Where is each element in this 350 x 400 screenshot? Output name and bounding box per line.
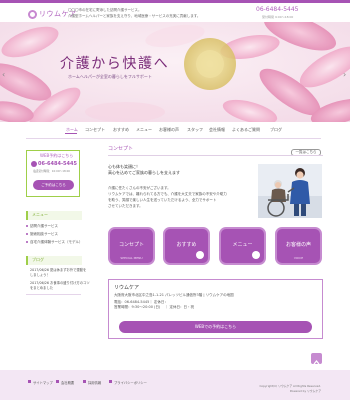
tile-recommend-label: おすすめ [176,242,197,248]
sidebar-menu-heading-label: メニュー [32,212,48,217]
concept-divider [108,155,323,156]
clinic-reserve-button[interactable]: WEBでの予約はこちら [119,321,312,333]
sidebar-divider [26,294,81,295]
clinic-tel-label: 電話： [114,300,125,304]
sidebar-blog-heading: ブログ [26,256,82,265]
hero-prev-arrow-icon[interactable]: ‹ [2,70,5,79]
sidebar-menu-item[interactable]: 自宅介護体験サービス（モデル） [30,240,83,245]
tile-voice-label: お客様の声 [285,242,311,248]
hero-banner: 介護から快護へ ホームヘルパーが全室の暮らしをフルサポート ‹ › [0,22,350,122]
concept-body: 介護に任たくさんの不安がございます。 リウムケアでは、離れられてる方でも、介護を… [108,185,227,209]
clinic-info-card: リウムケア 大阪府大阪市北区中之島1-1-21 パレッツビル通信所3階 | リウ… [108,279,323,339]
sidebar-menu-heading: メニュー [26,211,82,220]
arrow-up-icon [313,359,320,365]
footer-bullet-icon [109,380,112,383]
sidebar-blog-heading-label: ブログ [32,257,44,262]
tile-voice-sub: VOICE [293,256,304,260]
footer-copyright: Copyright(C) リウムケア All Rights Reserved. … [255,384,321,393]
sidebar-reserve-heading: WEB予約はこちら [40,153,74,158]
site-footer: サイトマップ 会社概要 採用情報 プライバシーポリシー Copyright(C)… [0,370,350,400]
concept-headline-line-2: 高心を込めてご家族の暮らしを支えます [108,170,180,175]
hero-subtitle: ホームヘルパーが全室の暮らしをフルサポート [68,74,152,79]
tile-menu-label: メニュー [232,242,253,248]
caregiver-wheelchair-image [258,164,322,218]
phone-icon [31,161,37,167]
footer-link-sitemap[interactable]: サイトマップ [33,380,53,385]
header-hours: 受付時間 9:00〜18:00 [262,15,294,19]
footer-bullet-icon [56,380,59,383]
scroll-top-button[interactable] [311,353,322,365]
menu-bullet-icon [26,233,28,235]
site-header: リウムケア 〇〇〇市の在宅に寄添した訪問介護サービス。 介護型ホームヘルパーと家… [0,3,350,22]
header-phone-box[interactable]: 06-6484-5445 受付時間 9:00〜18:00 [256,7,304,21]
copyright-line-2: Powered by リウムケア [289,388,321,393]
tile-concept-label: コンセプト [118,242,144,248]
concept-section-title: コンセプト [108,146,134,152]
concept-body-line-4: させていただきます。 [108,204,143,208]
header-tagline: 〇〇〇市の在宅に寄添した訪問介護サービス。 介護型ホームヘルパーと家族を支え守り… [68,8,200,19]
page: リウムケア 〇〇〇市の在宅に寄添した訪問介護サービス。 介護型ホームヘルパーと家… [0,0,350,400]
sidebar-blog-post[interactable]: 2017/06/26 お食事の盛り付け方のコツ をまとめました [30,281,90,291]
hero-next-arrow-icon[interactable]: › [343,70,346,79]
blog-post-line-2: しましょう！ [30,273,50,277]
tile-recommend[interactable]: おすすめ [163,227,210,265]
global-nav: ホーム コンセプト おすすめ メニュー お客様の声 スタッフ 会社情報 よくある… [60,125,300,135]
nav-item-recommend[interactable]: おすすめ [113,127,129,133]
tile-voice[interactable]: お客様の声 VOICE [275,227,322,265]
pen-icon [252,251,260,259]
nav-active-underline [65,133,77,134]
concept-headline: 心も体も笑顔に！ 高心を込めてご家族の暮らしを支えます [108,164,180,176]
copyright-line-1: Copyright(C) リウムケア All Rights Reserved. [259,384,321,388]
hero-title: 介護から快護へ [60,56,170,72]
sidebar-menu-item[interactable]: 施術相談サービス [30,232,58,237]
nav-item-concept[interactable]: コンセプト [85,127,105,133]
tile-concept[interactable]: コンセプト SPECIAL MENU [108,227,155,265]
sidebar-reserve-card: WEB予約はこちら 06-6484-5445 電話受付時間：10:00〜18:0… [26,150,80,197]
site-logo[interactable]: リウムケア [28,9,76,21]
sidebar-hours: 電話受付時間：10:00〜18:00 [33,169,70,173]
sidebar-reserve-button[interactable]: ご予約はこちら [33,180,74,190]
sidebar-blog-post[interactable]: 2017/06/26 夏は休まずお外で運動を しましょう！ [30,268,86,278]
tile-menu[interactable]: メニュー [219,227,266,265]
menu-bullet-icon [26,241,28,243]
flower-logo-icon [28,10,37,19]
clinic-business-hours: 営業時間：9:30〜20:00 (日) ｜ 定休日：日・祝 [114,305,195,309]
nav-item-menu[interactable]: メニュー [136,127,152,133]
sidebar-phone[interactable]: 06-6484-5445 [38,162,77,167]
clinic-phone[interactable]: 06-6484-5445 [125,300,150,304]
footer-bullet-icon [83,380,86,383]
sidebar-menu-item[interactable]: 訪問介護サービス [30,224,58,229]
header-phone[interactable]: 06-6484-5445 [256,7,299,13]
clinic-address: 大阪府大阪市北区中之島1-1-21 パレッツビル通信所3階 | リウムケアの地図 [114,293,234,297]
nav-item-company[interactable]: 会社情報 [209,127,225,133]
nav-item-voice[interactable]: お客様の声 [159,127,179,133]
menu-bullet-icon [26,225,28,227]
heart-icon [196,251,204,259]
footer-link-recruit[interactable]: 採用情報 [88,380,101,385]
tile-concept-sub: SPECIAL MENU [120,256,143,260]
clinic-hours-label: ｜ 定休日： [149,300,168,304]
footer-bullet-icon [28,380,31,383]
footer-link-company[interactable]: 会社概要 [61,380,74,385]
nav-divider [26,138,321,139]
nav-item-faq[interactable]: よくあるご質問 [232,127,260,133]
footer-link-privacy[interactable]: プライバシーポリシー [114,380,147,385]
hero-flower-image [0,22,350,122]
caregiver-photo [258,164,322,218]
blog-post-line-2: をまとめました [30,286,54,290]
tagline-line-2: 介護型ホームヘルパーと家族を支え守り、地域医療・サービスの充実に貢献します。 [68,13,201,18]
nav-item-blog[interactable]: ブログ [270,127,282,133]
clinic-name: リウムケア [114,285,140,291]
nav-item-staff[interactable]: スタッフ [187,127,203,133]
